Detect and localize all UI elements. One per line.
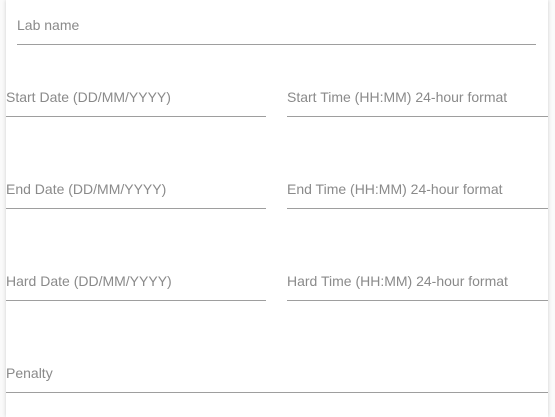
penalty-field[interactable]: Penalty [6, 362, 548, 393]
hard-date-field[interactable]: Hard Date (DD/MM/YYYY) [6, 270, 266, 301]
end-time-field[interactable]: End Time (HH:MM) 24-hour format [287, 178, 548, 209]
lab-name-field[interactable]: Lab name [17, 14, 536, 45]
hard-time-input[interactable] [287, 270, 548, 300]
hard-time-field[interactable]: Hard Time (HH:MM) 24-hour format [287, 270, 548, 301]
start-date-field[interactable]: Start Date (DD/MM/YYYY) [6, 86, 266, 117]
end-time-input[interactable] [287, 178, 548, 208]
start-time-input[interactable] [287, 86, 548, 116]
lab-name-input[interactable] [17, 14, 536, 44]
hard-date-input[interactable] [6, 270, 266, 300]
end-date-input[interactable] [6, 178, 266, 208]
lab-form-card: Lab name Start Date (DD/MM/YYYY) Start T… [6, 0, 548, 417]
start-date-input[interactable] [6, 86, 266, 116]
start-time-field[interactable]: Start Time (HH:MM) 24-hour format [287, 86, 548, 117]
end-date-field[interactable]: End Date (DD/MM/YYYY) [6, 178, 266, 209]
penalty-input[interactable] [6, 362, 548, 392]
